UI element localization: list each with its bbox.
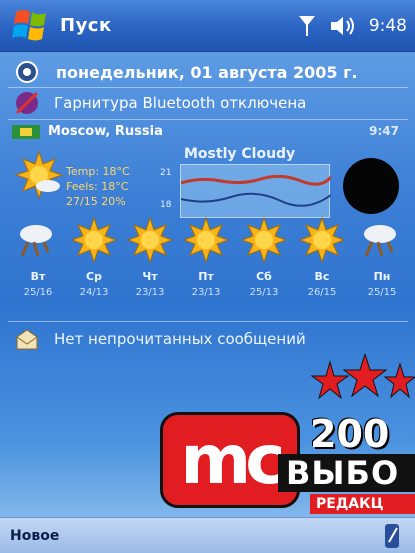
windows-start-button[interactable] — [8, 2, 56, 50]
day-temp-range: 25/15 — [367, 287, 397, 298]
signal-antenna-icon[interactable] — [297, 14, 317, 38]
temperature-graph — [180, 164, 333, 218]
sunny-icon — [298, 216, 346, 264]
forecast-day[interactable]: Сб 25/13 — [238, 216, 290, 298]
badge-choice: ВЫБО — [278, 454, 415, 492]
day-name: Ср — [86, 270, 102, 283]
sunny-icon — [126, 216, 174, 264]
day-name: Пт — [198, 270, 214, 283]
weather-location: Moscow, Russia — [48, 124, 163, 139]
start-menu-label[interactable]: Пуск — [60, 15, 112, 36]
weather-panel[interactable]: Moscow, Russia 9:47 Temp: 18°C Feels: 18… — [0, 120, 415, 320]
graph-axis-top: 21 — [160, 168, 172, 178]
weather-condition: Mostly Cloudy — [184, 146, 296, 162]
calendar-owner-icon — [12, 58, 42, 86]
moon-phase-icon — [343, 158, 399, 214]
title-bar: Пуск 9:48 — [0, 0, 415, 52]
feels-like-temp: Feels: 18°C — [66, 180, 129, 193]
day-name: Чт — [142, 270, 158, 283]
forecast-day[interactable]: Пн 25/15 — [356, 216, 408, 298]
forecast-day[interactable]: Вт 25/16 — [12, 216, 64, 298]
today-date-row[interactable]: понедельник, 01 августа 2005 г. — [0, 57, 415, 87]
flag-icon — [12, 124, 40, 139]
cloudy-icon — [14, 216, 62, 264]
clock-time[interactable]: 9:48 — [369, 16, 407, 36]
current-conditions: Temp: 18°C Feels: 18°C 27/15 20% — [66, 164, 130, 209]
current-temp: Temp: 18°C — [66, 165, 130, 178]
forecast-day[interactable]: Вс 26/15 — [296, 216, 348, 298]
editors-choice-badge: mc 200 ВЫБО РЕДАКЦ — [160, 352, 415, 516]
softkey-bar: Новое — [0, 517, 415, 553]
day-temp-range: 26/15 — [307, 287, 337, 298]
day-temp-range: 25/13 — [249, 287, 279, 298]
day-name: Пн — [373, 270, 391, 283]
forecast-day[interactable]: Ср 24/13 — [68, 216, 120, 298]
day-name: Вт — [30, 270, 46, 283]
badge-editorial: РЕДАКЦ — [310, 494, 415, 514]
graph-axis-bottom: 18 — [160, 200, 172, 210]
messages-row[interactable]: Нет непрочитанных сообщений — [0, 322, 415, 356]
day-temp-range: 24/13 — [79, 287, 109, 298]
sunny-icon — [240, 216, 288, 264]
new-softkey[interactable]: Новое — [10, 528, 59, 544]
day-temp-range: 23/13 — [191, 287, 221, 298]
sunny-icon — [70, 216, 118, 264]
day-temp-range: 23/13 — [135, 287, 165, 298]
speaker-volume-icon[interactable] — [329, 15, 357, 37]
sun-cloud-icon — [14, 150, 64, 200]
sunny-icon — [182, 216, 230, 264]
weather-update-time: 9:47 — [369, 124, 399, 138]
messages-status-text: Нет непрочитанных сообщений — [54, 330, 306, 348]
bluetooth-status-text: Гарнитура Bluetooth отключена — [54, 94, 307, 112]
windows-flag-icon — [12, 9, 46, 40]
stars-decoration — [310, 352, 415, 414]
badge-year: 200 — [310, 412, 390, 456]
bluetooth-status-row[interactable]: Гарнитура Bluetooth отключена — [0, 88, 415, 118]
weather-header: Moscow, Russia — [12, 124, 163, 139]
system-tray: 9:48 — [297, 0, 407, 52]
input-panel-icon[interactable] — [379, 522, 405, 553]
cloudy-icon — [358, 216, 406, 264]
forecast-day[interactable]: Чт 23/13 — [124, 216, 176, 298]
forecast-day[interactable]: Пт 23/13 — [180, 216, 232, 298]
temp-range-precip: 27/15 20% — [66, 195, 126, 208]
day-name: Вс — [314, 270, 330, 283]
inbox-envelope-icon — [12, 325, 42, 353]
day-name: Сб — [256, 270, 272, 283]
bluetooth-off-icon — [12, 89, 42, 117]
day-temp-range: 25/16 — [23, 287, 53, 298]
today-date: понедельник, 01 августа 2005 г. — [56, 62, 358, 82]
forecast-days: Вт 25/16 Ср 24/13 Чт 23/13 Пт 23/13 Сб 2… — [0, 216, 415, 316]
